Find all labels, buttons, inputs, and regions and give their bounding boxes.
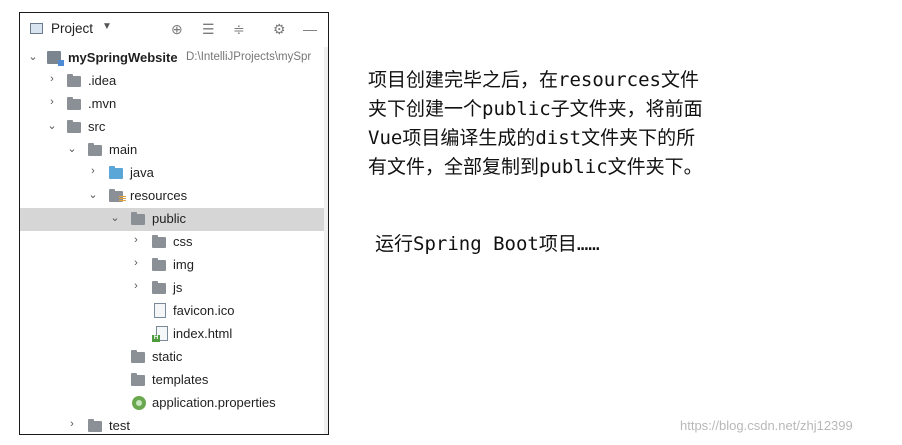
tree-item-label: public [152, 211, 186, 226]
chevron-down-icon[interactable]: ▼ [102, 21, 112, 32]
tree-item-application-properties[interactable]: application.properties [20, 392, 328, 415]
tree-item-favicon[interactable]: favicon.ico [20, 300, 328, 323]
project-view-title[interactable]: Project [51, 21, 93, 36]
chevron-right-icon[interactable]: › [46, 73, 58, 85]
chevron-right-icon[interactable]: › [130, 234, 142, 246]
module-folder-icon [47, 51, 64, 66]
chevron-right-icon[interactable]: › [66, 418, 78, 430]
instruction-text: 项目创建完毕之后，在resources文件 夹下创建一个public子文件夹，将… [368, 66, 703, 182]
instruction-line: 夹下创建一个public子文件夹，将前面 [368, 98, 703, 120]
chevron-down-icon[interactable]: ⌄ [87, 188, 99, 201]
chevron-right-icon[interactable]: › [46, 96, 58, 108]
folder-icon [152, 235, 166, 248]
tree-item-resources[interactable]: ⌄ resources [20, 185, 328, 208]
tree-item-label: application.properties [152, 395, 276, 410]
tree-item-public[interactable]: ⌄ public [20, 208, 328, 231]
tree-item-label: static [152, 349, 183, 364]
folder-icon [152, 258, 166, 271]
project-view-icon [30, 23, 43, 34]
tree-item-label: .mvn [88, 96, 117, 111]
folder-icon [67, 97, 81, 110]
project-tool-window: Project ▼ ⊕ ☰ ≑ ⚙ — ⌄ mySpringWebsite D:… [19, 12, 329, 435]
minimize-icon[interactable]: — [303, 20, 317, 38]
tree-item-label: java [130, 165, 154, 180]
tree-item-label: js [173, 280, 183, 295]
tree-item-img[interactable]: › img [20, 254, 328, 277]
folder-icon [67, 120, 81, 133]
tree-item-idea[interactable]: › .idea [20, 70, 328, 93]
resources-marker-icon [119, 196, 126, 202]
folder-icon [131, 350, 145, 363]
folder-icon [131, 212, 145, 225]
html-badge-icon: H [152, 335, 160, 342]
watermark: https://blog.csdn.net/zhj12399 [680, 418, 853, 433]
folder-icon [88, 143, 102, 156]
tree-item-label: favicon.ico [173, 303, 235, 318]
tree-item-label: test [109, 418, 130, 433]
folder-icon [152, 281, 166, 294]
expand-all-icon[interactable]: ☰ [202, 20, 215, 38]
tree-item-label: mySpringWebsite [68, 50, 178, 65]
chevron-down-icon[interactable]: ⌄ [27, 50, 39, 63]
tree-item-main[interactable]: ⌄ main [20, 139, 328, 162]
tree-item-test[interactable]: › test [20, 415, 328, 434]
tree-item-label: templates [152, 372, 209, 387]
tree-item-index-html[interactable]: H index.html [20, 323, 328, 346]
tree-item-label: .idea [88, 73, 117, 88]
folder-icon [131, 373, 145, 386]
spring-properties-icon [132, 396, 146, 410]
chevron-right-icon[interactable]: › [130, 280, 142, 292]
tree-item-label: resources [130, 188, 188, 203]
instruction-line: Vue项目编译生成的dist文件夹下的所 [368, 127, 696, 149]
tree-item-js[interactable]: › js [20, 277, 328, 300]
chevron-down-icon[interactable]: ⌄ [66, 142, 78, 155]
tree-item-label: index.html [173, 326, 233, 341]
source-folder-icon [109, 166, 123, 179]
tree-item-mvn[interactable]: › .mvn [20, 93, 328, 116]
scrollbar[interactable] [324, 47, 328, 434]
folder-icon [88, 419, 102, 432]
gear-icon[interactable]: ⚙ [273, 20, 286, 38]
locate-icon[interactable]: ⊕ [171, 20, 183, 38]
instruction-line: 有文件，全部复制到public文件夹下。 [368, 156, 703, 178]
run-instruction: 运行Spring Boot项目…… [375, 233, 600, 255]
file-icon [154, 303, 166, 318]
tree-item-label: css [173, 234, 193, 249]
chevron-down-icon[interactable]: ⌄ [109, 211, 121, 224]
project-path: D:\IntelliJProjects\mySpr [186, 51, 312, 63]
chevron-right-icon[interactable]: › [130, 257, 142, 269]
collapse-all-icon[interactable]: ≑ [233, 20, 245, 38]
tree-item-label: src [88, 119, 106, 134]
folder-icon [67, 74, 81, 87]
tree-item-mySpringWebsite[interactable]: ⌄ mySpringWebsite D:\IntelliJProjects\my… [20, 47, 328, 70]
tree-item-templates[interactable]: templates [20, 369, 328, 392]
chevron-down-icon[interactable]: ⌄ [46, 119, 58, 132]
project-toolbar: Project ▼ ⊕ ☰ ≑ ⚙ — [20, 13, 328, 47]
tree-item-label: main [109, 142, 138, 157]
tree-item-css[interactable]: › css [20, 231, 328, 254]
instruction-line: 项目创建完毕之后，在resources文件 [368, 69, 699, 91]
tree-item-java[interactable]: › java [20, 162, 328, 185]
tree-item-label: img [173, 257, 194, 272]
tree-item-src[interactable]: ⌄ src [20, 116, 328, 139]
tree-item-static[interactable]: static [20, 346, 328, 369]
chevron-right-icon[interactable]: › [87, 165, 99, 177]
